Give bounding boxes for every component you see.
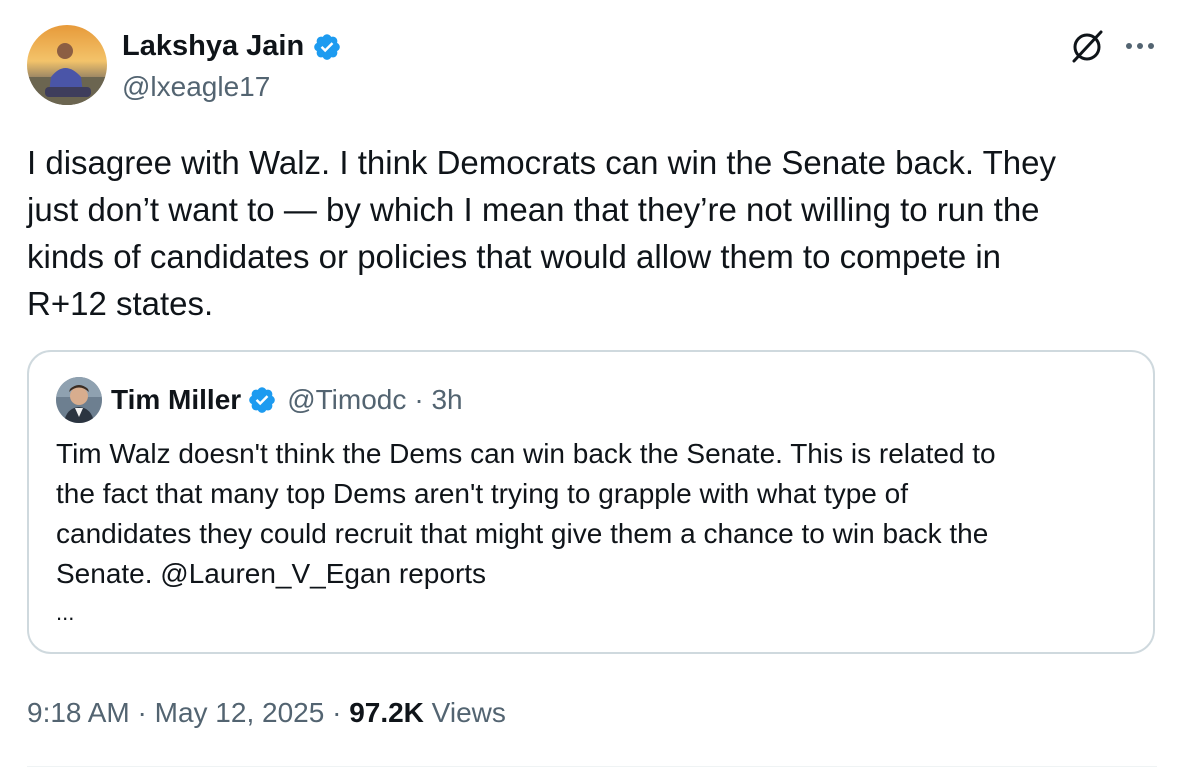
quoted-tweet-text: Tim Walz doesn't think the Dems can win … [56, 438, 996, 589]
tweet-metadata: 9:18 AM · May 12, 2025 · 97.2K Views [27, 697, 506, 729]
author-avatar-photo [27, 25, 107, 105]
quoted-author-avatar[interactable] [56, 377, 102, 423]
tweet-time[interactable]: 9:18 AM [27, 697, 130, 728]
quoted-author-name[interactable]: Tim Miller [111, 384, 241, 416]
quoted-truncation-ellipsis: ... [56, 600, 75, 625]
quoted-author-avatar-photo [56, 377, 102, 423]
quoted-timestamp[interactable]: · 3h [414, 384, 462, 416]
views-count[interactable]: 97.2K [349, 697, 424, 728]
author-avatar[interactable] [27, 25, 107, 105]
meta-separator: · [129, 697, 155, 728]
author-name-row[interactable]: Lakshya Jain [122, 30, 342, 63]
meta-separator: · [324, 697, 350, 728]
verified-badge-icon [249, 387, 275, 413]
grok-icon[interactable] [1068, 28, 1106, 66]
tweet-text: I disagree with Walz. I think Democrats … [27, 144, 1056, 322]
verified-badge-icon [314, 33, 340, 60]
divider [27, 766, 1157, 767]
quoted-author-handle[interactable]: @Timodc [287, 384, 406, 416]
more-icon[interactable] [1122, 34, 1158, 58]
views-label: Views [423, 697, 506, 728]
quoted-tweet-card[interactable]: Tim Miller @Timodc · 3h Tim Walz doesn't… [27, 350, 1155, 654]
quoted-header: Tim Miller @Timodc · 3h [111, 384, 463, 416]
tweet-date[interactable]: May 12, 2025 [155, 697, 325, 728]
author-name[interactable]: Lakshya Jain [122, 30, 304, 63]
author-handle[interactable]: @lxeagle17 [122, 71, 270, 103]
